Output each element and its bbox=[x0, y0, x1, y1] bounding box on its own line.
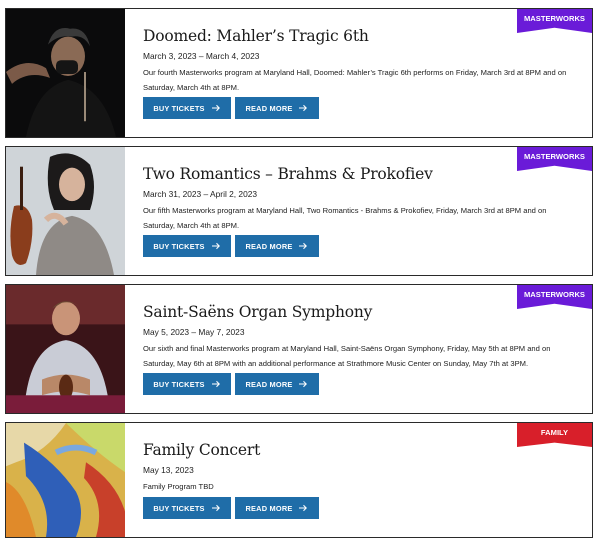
event-image-violinist[interactable] bbox=[6, 147, 125, 275]
arrow-right-icon bbox=[211, 504, 220, 512]
event-title[interactable]: Two Romantics – Brahms & Prokofiev bbox=[143, 165, 433, 183]
event-actions: BUY TICKETS READ MORE bbox=[143, 497, 319, 519]
buy-tickets-button[interactable]: BUY TICKETS bbox=[143, 97, 231, 119]
event-card: Two Romantics – Brahms & Prokofiev March… bbox=[5, 146, 593, 276]
event-description: Our fifth Masterworks program at Marylan… bbox=[143, 206, 547, 230]
arrow-right-icon bbox=[211, 242, 220, 250]
arrow-right-icon bbox=[299, 104, 308, 112]
event-dates: March 31, 2023 – April 2, 2023 bbox=[143, 189, 258, 199]
event-title[interactable]: Family Concert bbox=[143, 441, 260, 459]
event-dates: March 3, 2023 – March 4, 2023 bbox=[143, 51, 260, 61]
event-actions: BUY TICKETS READ MORE bbox=[143, 97, 319, 119]
event-actions: BUY TICKETS READ MORE bbox=[143, 235, 319, 257]
category-badge: MASTERWORKS bbox=[517, 147, 592, 171]
read-more-button[interactable]: READ MORE bbox=[235, 373, 319, 395]
event-description: Family Program TBD bbox=[143, 482, 214, 491]
event-image-conductor[interactable] bbox=[6, 9, 125, 137]
event-card: Family Concert May 13, 2023 Family Progr… bbox=[5, 422, 593, 538]
event-dates: May 13, 2023 bbox=[143, 465, 194, 475]
event-title[interactable]: Doomed: Mahler’s Tragic 6th bbox=[143, 27, 369, 45]
arrow-right-icon bbox=[299, 504, 308, 512]
read-more-button[interactable]: READ MORE bbox=[235, 97, 319, 119]
event-description: Our sixth and final Masterworks program … bbox=[143, 344, 551, 368]
buy-tickets-button[interactable]: BUY TICKETS bbox=[143, 373, 231, 395]
event-actions: BUY TICKETS READ MORE bbox=[143, 373, 319, 395]
event-card: Saint-Saëns Organ Symphony May 5, 2023 –… bbox=[5, 284, 593, 414]
event-description: Our fourth Masterworks program at Maryla… bbox=[143, 68, 567, 92]
category-badge: MASTERWORKS bbox=[517, 9, 592, 33]
event-card: Doomed: Mahler’s Tragic 6th March 3, 202… bbox=[5, 8, 593, 138]
buy-tickets-button[interactable]: BUY TICKETS bbox=[143, 497, 231, 519]
event-dates: May 5, 2023 – May 7, 2023 bbox=[143, 327, 245, 337]
arrow-right-icon bbox=[211, 380, 220, 388]
event-image-abstract-art[interactable] bbox=[6, 423, 125, 537]
arrow-right-icon bbox=[211, 104, 220, 112]
event-list: Doomed: Mahler’s Tragic 6th March 3, 202… bbox=[0, 0, 600, 543]
read-more-button[interactable]: READ MORE bbox=[235, 497, 319, 519]
arrow-right-icon bbox=[299, 242, 308, 250]
event-image-soloist[interactable] bbox=[6, 285, 125, 413]
category-badge: FAMILY bbox=[517, 423, 592, 447]
event-title[interactable]: Saint-Saëns Organ Symphony bbox=[143, 303, 372, 321]
read-more-button[interactable]: READ MORE bbox=[235, 235, 319, 257]
category-badge: MASTERWORKS bbox=[517, 285, 592, 309]
arrow-right-icon bbox=[299, 380, 308, 388]
buy-tickets-button[interactable]: BUY TICKETS bbox=[143, 235, 231, 257]
